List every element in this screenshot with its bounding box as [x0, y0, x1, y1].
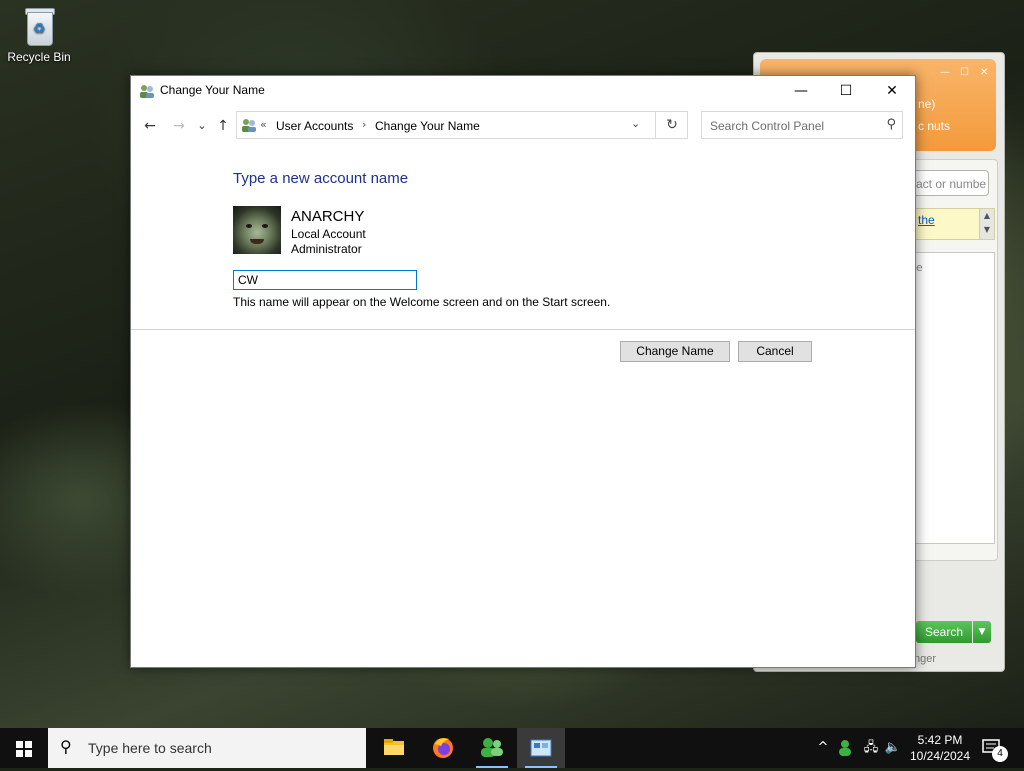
- account-role: Administrator: [291, 242, 362, 256]
- messenger-ad-box: the ▲ ▼: [911, 208, 995, 240]
- search-icon: ⚲: [60, 737, 72, 756]
- address-bar-row: ← → ⌄ ↑ « User Accounts › Change Your Na…: [131, 106, 915, 146]
- folder-icon: [384, 739, 404, 755]
- breadcrumb-separator-icon[interactable]: ›: [362, 118, 366, 131]
- start-button[interactable]: [0, 728, 48, 768]
- account-name: ANARCHY: [291, 208, 365, 225]
- address-bar[interactable]: « User Accounts › Change Your Name ⌄ ↻: [236, 111, 688, 139]
- notification-count-badge: 4: [992, 746, 1008, 762]
- recycle-bin-label: Recycle Bin: [7, 50, 71, 64]
- divider: [131, 329, 915, 330]
- account-type: Local Account: [291, 227, 366, 241]
- recent-locations-icon[interactable]: ⌄: [192, 116, 212, 136]
- title-bar[interactable]: Change Your Name — ☐ ✕: [131, 76, 915, 106]
- user-accounts-icon: [140, 85, 154, 98]
- search-input[interactable]: [702, 112, 882, 140]
- window-title: Change Your Name: [160, 83, 265, 97]
- search-box[interactable]: ⚲: [701, 111, 903, 140]
- contact-search-input[interactable]: act or numbe: [911, 170, 989, 196]
- chevron-down-icon[interactable]: ▼: [973, 621, 991, 643]
- taskbar-search-placeholder: Type here to search: [88, 740, 212, 756]
- clock-time: 5:42 PM: [917, 733, 963, 747]
- breadcrumb-overflow-icon[interactable]: «: [260, 118, 267, 131]
- cancel-button[interactable]: Cancel: [738, 341, 812, 362]
- file-explorer-taskbar-button[interactable]: [370, 728, 418, 768]
- recycle-bin-icon: ♻: [23, 6, 55, 46]
- messenger-personal-message: c nuts: [918, 119, 951, 133]
- page-title: Type a new account name: [233, 170, 409, 187]
- change-name-button[interactable]: Change Name: [620, 341, 730, 362]
- minimize-icon[interactable]: —: [940, 67, 950, 78]
- contact-list: e: [911, 252, 995, 544]
- control-panel-icon: [530, 739, 552, 757]
- ad-scrollbar[interactable]: ▲ ▼: [979, 209, 994, 239]
- close-icon[interactable]: ✕: [980, 67, 988, 78]
- firefox-icon: [433, 738, 453, 758]
- name-hint-text: This name will appear on the Welcome scr…: [233, 295, 611, 309]
- network-icon[interactable]: 🖧: [860, 728, 882, 768]
- maximize-icon[interactable]: ☐: [960, 67, 969, 78]
- messenger-tray-icon[interactable]: [836, 738, 856, 758]
- forward-arrow-icon[interactable]: →: [169, 116, 189, 136]
- chevron-down-icon[interactable]: ⌄: [631, 117, 640, 130]
- maximize-button[interactable]: ☐: [823, 76, 869, 106]
- messenger-search-button[interactable]: Search: [916, 621, 972, 643]
- ad-link[interactable]: the: [918, 213, 935, 227]
- new-name-input[interactable]: [233, 270, 417, 290]
- breadcrumb-user-accounts[interactable]: User Accounts: [276, 119, 353, 133]
- refresh-icon[interactable]: ↻: [655, 112, 688, 138]
- windows-logo-icon: [16, 741, 32, 757]
- volume-icon[interactable]: 🔈: [883, 728, 903, 768]
- clock-date: 10/24/2024: [909, 749, 971, 763]
- messenger-footer-text: nger: [914, 653, 937, 665]
- action-center-button[interactable]: 4: [980, 736, 1008, 762]
- close-button[interactable]: ✕: [869, 76, 915, 106]
- change-your-name-window: Change Your Name — ☐ ✕ ← → ⌄ ↑ « User Ac…: [130, 75, 916, 668]
- chevron-up-icon[interactable]: ^: [814, 728, 832, 768]
- firefox-taskbar-button[interactable]: [419, 728, 467, 768]
- messenger-icon: [481, 738, 503, 757]
- avatar: [233, 206, 281, 254]
- search-icon[interactable]: ⚲: [886, 117, 896, 132]
- up-arrow-icon[interactable]: ↑: [213, 116, 233, 136]
- user-accounts-icon: [242, 119, 256, 132]
- recycle-bin-desktop-icon[interactable]: ♻ Recycle Bin: [6, 6, 72, 64]
- breadcrumb-change-your-name[interactable]: Change Your Name: [375, 119, 480, 133]
- contact-list-text: e: [916, 261, 923, 274]
- back-arrow-icon[interactable]: ←: [140, 116, 160, 136]
- clock[interactable]: 5:42 PM 10/24/2024: [904, 732, 976, 764]
- control-panel-taskbar-button[interactable]: [517, 728, 565, 768]
- taskbar-search-box[interactable]: ⚲ Type here to search: [48, 728, 366, 768]
- messenger-status-text: ne): [918, 97, 936, 111]
- taskbar: ⚲ Type here to search ^ 🖧 🔈 5:42 PM 10/2…: [0, 728, 1024, 768]
- messenger-taskbar-button[interactable]: [468, 728, 516, 768]
- minimize-button[interactable]: —: [778, 76, 824, 106]
